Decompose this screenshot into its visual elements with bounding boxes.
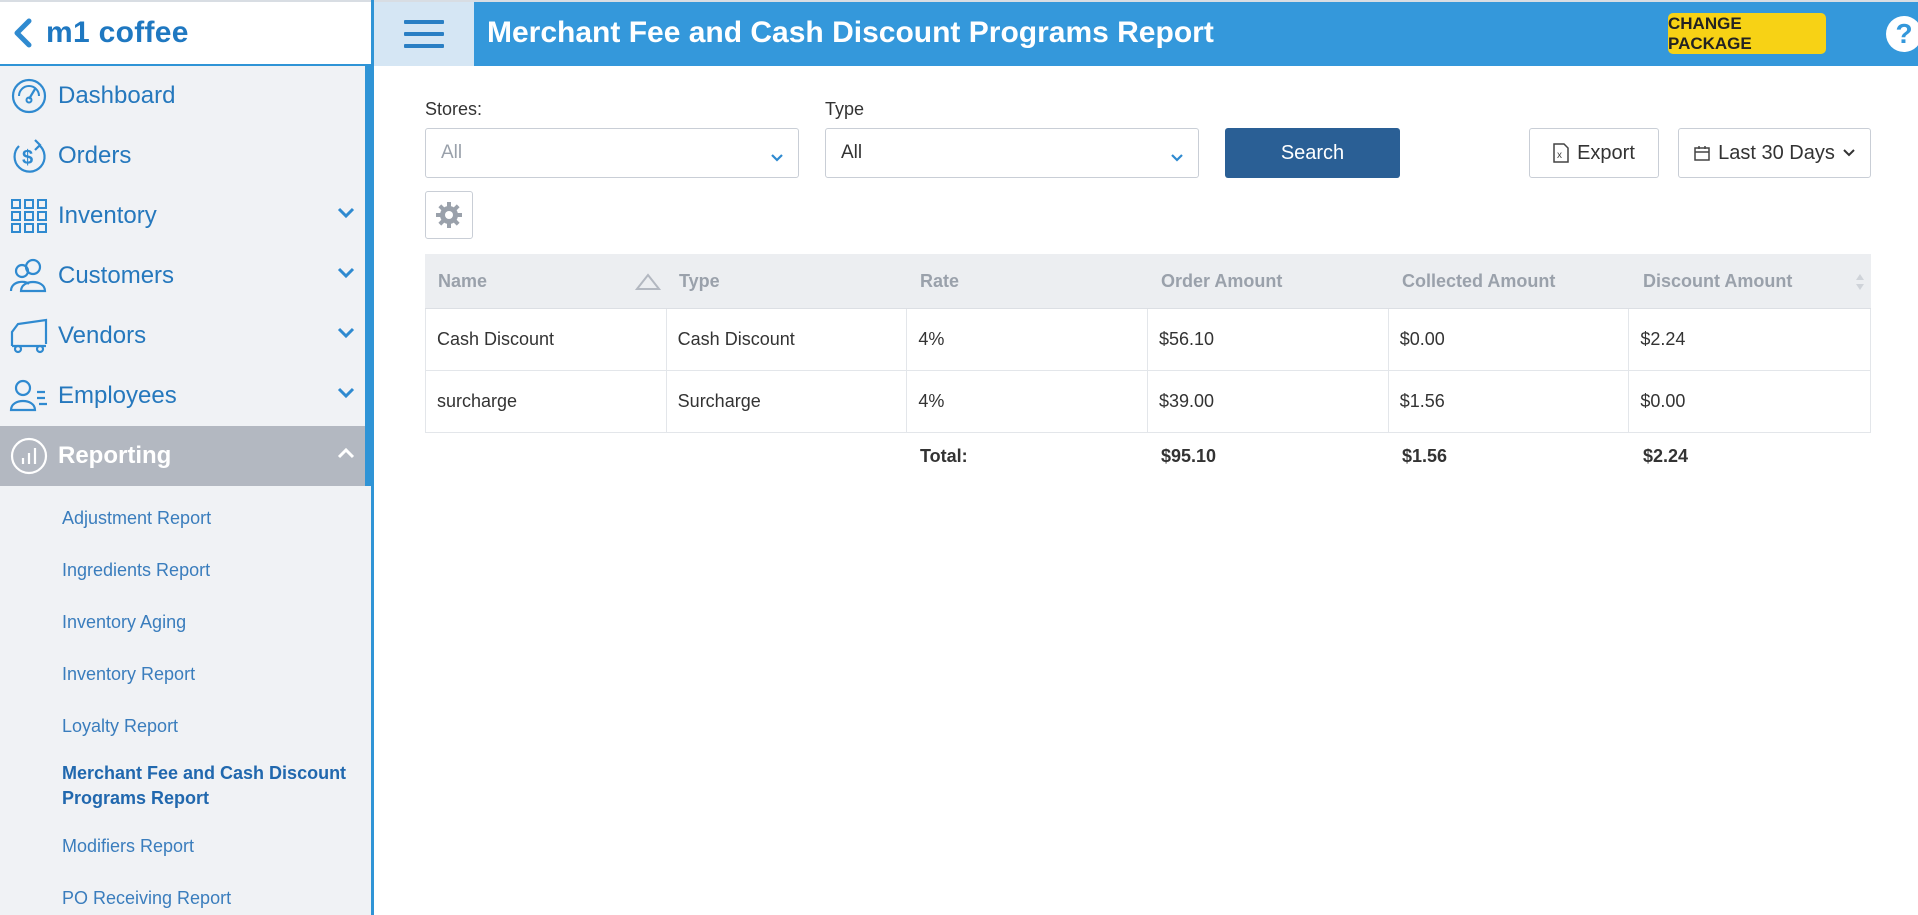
cell-collected-amount: $0.00 [1389,309,1630,370]
nav-item-inventory[interactable]: Inventory [0,186,371,246]
cell-discount-amount: $2.24 [1640,329,1686,349]
nav-item-label: Customers [58,262,175,289]
type-select-value: All [841,142,863,163]
nav-item-label: Orders [58,142,132,169]
column-header-order-amount[interactable]: Order Amount [1148,254,1389,308]
store-name: m1 coffee [46,16,189,49]
column-header-name[interactable]: Name [425,254,666,308]
sub-item-inventory-report[interactable]: Inventory Report [0,648,371,700]
dashboard-gauge-icon [0,66,58,126]
cell-order-amount: $39.00 [1148,371,1389,432]
inventory-grid-icon [0,186,58,246]
svg-text:x: x [1557,150,1562,161]
excel-file-icon: x [1553,143,1569,163]
nav-item-label: Vendors [58,322,147,349]
vendors-truck-icon [0,306,58,366]
nav-item-reporting[interactable]: Reporting [0,426,371,486]
column-settings-button[interactable] [425,191,473,239]
sub-item-adjustment-report[interactable]: Adjustment Report [0,492,371,544]
help-icon[interactable]: ? [1886,16,1918,52]
sort-asc-icon [635,273,661,290]
cell-collected-amount: $1.56 [1389,371,1630,432]
sub-item-inventory-aging[interactable]: Inventory Aging [0,596,371,648]
reporting-chart-icon [0,426,58,486]
sort-icon [1856,274,1864,290]
date-range-label: Last 30 Days [1718,141,1835,164]
stores-label: Stores: [425,99,483,119]
chevron-down-icon[interactable] [337,206,355,224]
column-header-collected-amount[interactable]: Collected Amount [1389,254,1630,308]
cell-name: Cash Discount [426,309,667,370]
customers-people-icon [0,246,58,306]
column-header-discount-amount[interactable]: Discount Amount [1630,254,1871,308]
chevron-up-icon[interactable] [337,446,355,464]
stores-select-value: All [441,142,463,163]
hamburger-menu-icon[interactable] [374,2,474,66]
nav-item-employees[interactable]: Employees [0,366,371,426]
chevron-down-icon[interactable] [337,266,355,284]
calendar-icon [1694,146,1710,161]
sub-item-po-receiving-report[interactable]: PO Receiving Report [0,872,371,915]
total-order-amount: $95.10 [1161,445,1217,466]
cell-type: Cash Discount [667,309,908,370]
type-label: Type [825,99,865,119]
nav-item-label: Inventory [58,202,157,229]
chevron-down-icon [770,147,784,169]
export-label: Export [1577,141,1635,164]
total-label: Total: [920,445,968,466]
date-range-button[interactable]: Last 30 Days [1678,128,1871,178]
cell-order-amount: $56.10 [1148,309,1389,370]
report-table: Name Type Rate Order Amount Collected Am… [425,254,1871,479]
nav-item-label: Reporting [58,442,172,469]
sub-item-loyalty-report[interactable]: Loyalty Report [0,700,371,752]
table-total-row: Total: $95.10 $1.56 $2.24 [425,433,1871,479]
table-row: Cash Discount Cash Discount 4% $56.10 $0… [425,309,1871,371]
nav-item-dashboard[interactable]: Dashboard [0,66,371,126]
column-header-rate[interactable]: Rate [907,254,1148,308]
svg-text:$: $ [22,147,33,169]
total-collected-amount: $1.56 [1402,445,1448,466]
nav-item-orders[interactable]: $ Orders [0,126,371,186]
total-discount-amount: $2.24 [1643,445,1689,466]
cell-type: Surcharge [667,371,908,432]
sidebar: m1 coffee Dashboard $ Orders Inventory C… [0,0,374,915]
sub-item-merchant-fee-report[interactable]: Merchant Fee and Cash Discount Programs … [0,752,371,820]
reporting-submenu: Adjustment Report Ingredients Report Inv… [0,486,371,915]
cell-rate: 4% [907,371,1149,432]
nav-item-label: Dashboard [58,82,176,109]
chevron-down-icon [1843,149,1855,157]
sub-item-modifiers-report[interactable]: Modifiers Report [0,820,371,872]
chevron-down-icon[interactable] [337,326,355,344]
top-header: Merchant Fee and Cash Discount Programs … [374,0,1918,66]
table-row: surcharge Surcharge 4% $39.00 $1.56 $0.0… [425,371,1871,433]
chevron-down-icon [1170,147,1184,169]
gear-icon [436,202,462,228]
back-chevron-icon[interactable] [0,18,46,48]
export-button[interactable]: x Export [1529,128,1659,178]
cell-rate: 4% [907,309,1149,370]
search-button[interactable]: Search [1225,128,1400,178]
chevron-down-icon[interactable] [337,386,355,404]
change-package-button[interactable]: CHANGE PACKAGE [1668,13,1826,54]
table-header: Name Type Rate Order Amount Collected Am… [425,254,1871,309]
nav-item-label: Employees [58,382,177,409]
sub-item-ingredients-report[interactable]: Ingredients Report [0,544,371,596]
stores-select[interactable]: All [425,128,799,178]
column-header-type[interactable]: Type [666,254,907,308]
nav-item-vendors[interactable]: Vendors [0,306,371,366]
nav-item-customers[interactable]: Customers [0,246,371,306]
orders-dollar-icon: $ [0,126,58,186]
employees-icon [0,366,58,426]
page-title: Merchant Fee and Cash Discount Programs … [487,16,1214,49]
cell-discount-amount: $0.00 [1640,391,1686,411]
type-select[interactable]: All [825,128,1199,178]
brand-bar: m1 coffee [0,0,371,66]
cell-name: surcharge [426,371,667,432]
